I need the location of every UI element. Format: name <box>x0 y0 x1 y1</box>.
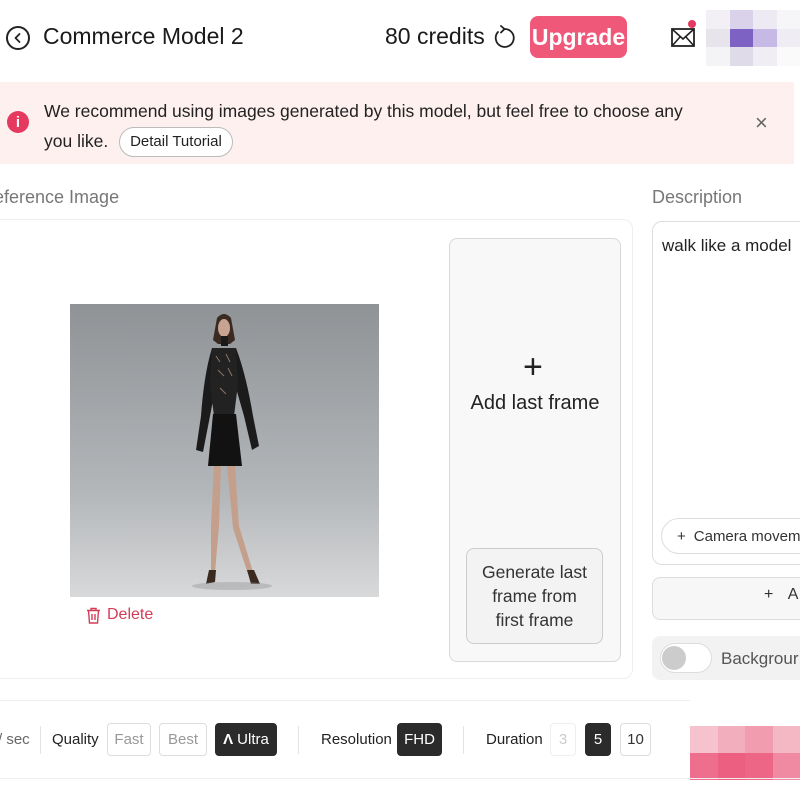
duration-option-10[interactable]: 10 <box>620 723 651 756</box>
add-last-frame-label: Add last frame <box>470 392 600 414</box>
quality-option-ultra[interactable]: Λ Ultra <box>215 723 277 756</box>
quality-option-best[interactable]: Best <box>159 723 207 756</box>
plus-icon: + <box>677 527 686 545</box>
credits-count: 80 credits <box>385 23 485 49</box>
divider <box>463 726 464 754</box>
back-button[interactable] <box>6 26 30 50</box>
delete-button[interactable]: Delete <box>86 606 153 624</box>
reference-image-label: eference Image <box>0 187 120 207</box>
resolution-label: Resolution <box>321 731 392 748</box>
plus-icon: + <box>764 586 774 603</box>
divider <box>40 726 41 754</box>
info-icon: i <box>7 111 29 133</box>
description-label: Description <box>652 187 743 207</box>
mail-icon[interactable] <box>670 24 698 50</box>
background-label: Backgrour <box>721 649 799 668</box>
trash-icon <box>87 607 100 624</box>
notification-dot <box>688 20 696 28</box>
add-option-label: + A <box>764 586 799 603</box>
toggle-knob <box>662 646 686 670</box>
delete-label: Delete <box>107 606 154 623</box>
chevron-left-icon <box>14 33 21 43</box>
duration-option-3[interactable]: 3 <box>550 723 576 756</box>
page-title: Commerce Model 2 <box>43 23 244 49</box>
duration-label: Duration <box>486 731 543 748</box>
fps-label: / sec <box>0 731 30 748</box>
upgrade-button[interactable]: Upgrade <box>530 16 627 58</box>
avatar[interactable] <box>706 10 800 66</box>
bottom-divider <box>0 778 800 779</box>
ultra-icon: Λ <box>223 731 234 748</box>
divider <box>298 726 299 754</box>
description-textarea[interactable] <box>652 221 800 565</box>
resolution-value[interactable]: FHD <box>397 723 442 756</box>
camera-movement-button[interactable]: + Camera moveme <box>661 518 800 554</box>
close-icon[interactable]: × <box>755 112 768 134</box>
plus-icon: + <box>523 348 543 386</box>
reference-image <box>70 304 379 597</box>
refresh-icon[interactable] <box>492 25 516 51</box>
quality-label: Quality <box>52 731 99 748</box>
camera-movement-label: Camera moveme <box>693 527 800 545</box>
quality-option-fast[interactable]: Fast <box>107 723 151 756</box>
description-text: walk like a model <box>662 236 792 255</box>
generate-button[interactable] <box>690 726 800 780</box>
duration-option-5[interactable]: 5 <box>585 723 611 756</box>
generate-last-frame-button[interactable]: Generate last frame from first frame <box>466 548 603 644</box>
banner-text: We recommend using images generated by t… <box>44 96 684 158</box>
detail-tutorial-button[interactable]: Detail Tutorial <box>119 127 233 158</box>
